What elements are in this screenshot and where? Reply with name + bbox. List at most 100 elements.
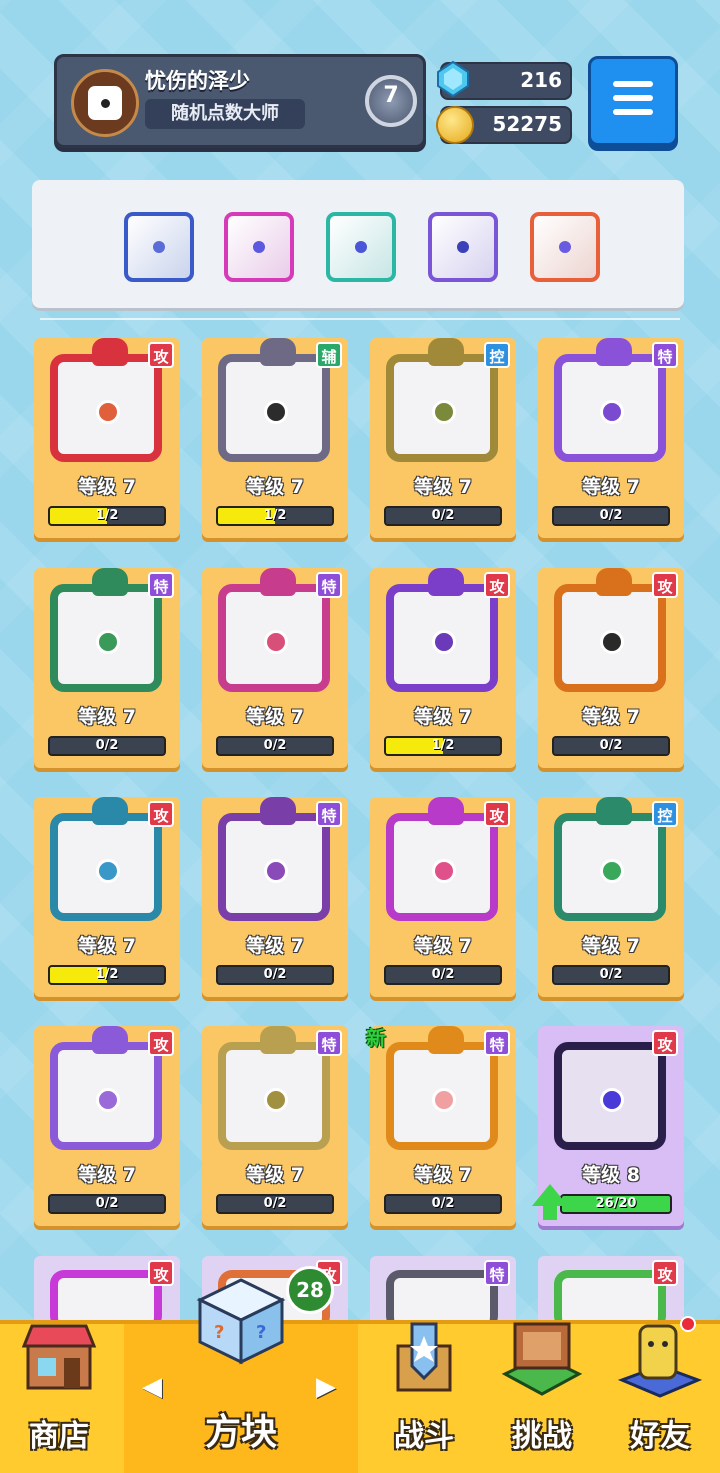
dice-type-tag: 特	[484, 1030, 510, 1056]
dice-card[interactable]: 攻等级 7 0/2	[370, 797, 516, 997]
dice-level: 等级 8	[582, 1164, 640, 1186]
dice-level: 等级 7	[246, 1164, 304, 1186]
upgrade-progress-bar: 0/2	[48, 1194, 166, 1214]
upgrade-progress-bar: 0/2	[384, 506, 502, 526]
dice-card[interactable]: 特等级 7 0/2	[538, 338, 684, 538]
dice-card[interactable]: 特 新等级 7 0/2	[366, 1026, 516, 1226]
orbit-dice-icon	[554, 338, 666, 462]
nav-shop[interactable]: 商店	[0, 1324, 118, 1473]
dragon-horn-icon	[260, 338, 296, 366]
dice-card[interactable]: 特等级 7 0/2	[202, 568, 348, 768]
menu-icon-line	[613, 81, 653, 87]
swap-dice-slot[interactable]	[224, 212, 294, 282]
progress-text: 0/2	[431, 508, 455, 523]
profile-panel[interactable]: 忧伤的泽少 随机点数大师 7	[54, 54, 426, 148]
progress-text: 0/2	[431, 967, 455, 982]
dice-card[interactable]: 控等级 7 0/2	[370, 338, 516, 538]
dragon-horn-icon	[428, 797, 464, 825]
dice-level: 等级 7	[414, 935, 472, 957]
nav-battle[interactable]: 战斗	[364, 1322, 484, 1473]
progress-text: 1/2	[95, 508, 119, 523]
progress-text: 0/2	[599, 967, 623, 982]
dice-pip-icon	[600, 859, 624, 883]
dragon-horn-icon	[596, 338, 632, 366]
dice-card[interactable]: 辅等级 7 1/2	[202, 338, 348, 538]
dragon-horn-icon	[596, 568, 632, 596]
upgrade-progress-bar: 0/2	[48, 736, 166, 756]
progress-text: 0/2	[263, 967, 287, 982]
menu-button[interactable]	[588, 56, 678, 146]
dice-box-icon: ? ?	[196, 1278, 286, 1365]
shop-icon	[21, 1324, 97, 1390]
dragon-horn-icon	[92, 797, 128, 825]
upgrade-progress-bar: 0/2	[552, 506, 670, 526]
shadow-dice-icon	[218, 797, 330, 921]
new-label: 新	[366, 1026, 386, 1050]
dice-type-tag: 特	[316, 801, 342, 827]
dice-card[interactable]: 特等级 7 0/2	[202, 1026, 348, 1226]
dice-pip-icon	[600, 1088, 624, 1112]
dice-pip-icon	[432, 630, 456, 654]
upgrade-progress-bar: 0/2	[552, 736, 670, 756]
nav-battle-label: 战斗	[394, 1419, 454, 1454]
dragon-horn-icon	[428, 338, 464, 366]
dice-type-tag: 攻	[148, 342, 174, 368]
menu-icon-line	[613, 109, 653, 115]
progress-text: 0/2	[599, 508, 623, 523]
rank-number: 7	[383, 83, 399, 108]
dice-card[interactable]: 特等级 7 0/2	[34, 568, 180, 768]
nav-next-arrow-icon[interactable]: ▶	[316, 1372, 336, 1402]
star-dice-icon	[50, 1026, 162, 1150]
gem-icon	[437, 60, 469, 98]
dice-card[interactable]: 控等级 7 0/2	[538, 797, 684, 997]
dice-pip-icon	[96, 400, 120, 424]
dice-pip-icon	[96, 1088, 120, 1112]
progress-text: 1/2	[431, 738, 455, 753]
rank-badge[interactable]: 7	[359, 69, 417, 129]
dice-type-tag: 攻	[652, 1260, 678, 1286]
progress-text: 0/2	[95, 738, 119, 753]
player-title: 随机点数大师	[145, 99, 305, 129]
dragon-horn-icon	[596, 797, 632, 825]
crack-dice-icon	[457, 241, 469, 253]
dice-card[interactable]: 攻等级 8 26/20	[532, 1026, 684, 1226]
dice-pip-icon	[96, 630, 120, 654]
svg-text:?: ?	[256, 1322, 266, 1343]
nav-friends[interactable]: 好友	[600, 1316, 720, 1473]
gem-count: 216	[520, 68, 562, 92]
dice-card[interactable]: 攻等级 7 0/2	[538, 568, 684, 768]
dice-type-tag: 攻	[148, 1260, 174, 1286]
progress-text: 1/2	[263, 508, 287, 523]
gem-counter[interactable]: 216	[437, 60, 572, 100]
nav-challenge[interactable]: 挑战	[484, 1322, 600, 1473]
dice-card[interactable]: 攻等级 7 1/2	[370, 568, 516, 768]
dice-card[interactable]: 攻等级 7 0/2	[34, 1026, 180, 1226]
crack-dice-slot[interactable]	[428, 212, 498, 282]
heart-dice-icon	[386, 1026, 498, 1150]
atom-dice-icon	[386, 568, 498, 692]
gear-dice-slot[interactable]	[124, 212, 194, 282]
dice-pip-icon	[600, 630, 624, 654]
dragon-horn-icon	[92, 1026, 128, 1054]
dice-type-tag: 攻	[484, 801, 510, 827]
rainbow-dice-slot[interactable]	[530, 212, 600, 282]
dice-count-badge: 28	[286, 1266, 334, 1314]
progress-text: 1/2	[95, 967, 119, 982]
dice-level: 等级 7	[582, 476, 640, 498]
upgrade-progress-bar: 1/2	[48, 965, 166, 985]
nav-prev-arrow-icon[interactable]: ◀	[142, 1372, 162, 1402]
dice-level: 等级 7	[414, 706, 472, 728]
coin-counter[interactable]: 52275	[436, 106, 572, 144]
dice-card[interactable]: 特等级 7 0/2	[202, 797, 348, 997]
dice-card[interactable]: 攻等级 7 1/2	[34, 338, 180, 538]
dice-card[interactable]: 攻等级 7 1/2	[34, 797, 180, 997]
upgrade-progress-bar: 0/2	[216, 965, 334, 985]
upgrade-progress-bar: 0/2	[216, 736, 334, 756]
avatar[interactable]	[71, 69, 139, 137]
upgrade-arrow-icon[interactable]	[532, 1184, 568, 1220]
progress-text: 0/2	[431, 1196, 455, 1211]
dice-level: 等级 7	[78, 1164, 136, 1186]
dragon-horn-icon	[92, 338, 128, 366]
hands-dice-slot[interactable]	[326, 212, 396, 282]
player-name: 忧伤的泽少	[145, 69, 250, 93]
